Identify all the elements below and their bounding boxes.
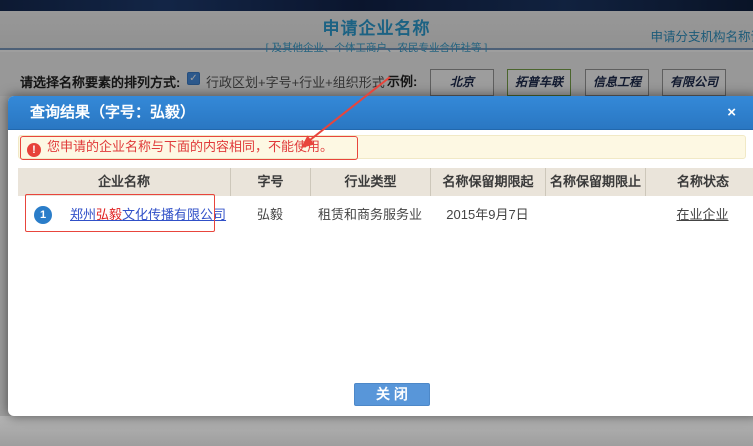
col-reserve-end: 名称保留期限止 xyxy=(545,168,645,196)
tradename-cell: 弘毅 xyxy=(230,196,310,234)
table-row: 1 郑州弘毅文化传播有限公司 弘毅 租赁和商务服务业 2015年9月7日 在业企… xyxy=(18,196,753,234)
close-icon[interactable]: × xyxy=(727,105,736,121)
col-company-name: 企业名称 xyxy=(18,168,230,196)
industry-cell: 租赁和商务服务业 xyxy=(310,196,430,234)
col-reserve-start: 名称保留期限起 xyxy=(430,168,545,196)
modal-header: 查询结果（字号：弘毅） × xyxy=(8,96,753,130)
page: 申请企业名称 [ 及其他企业、个体工商户、农民专业合作社等 ] 申请分支机构名称… xyxy=(0,0,753,446)
query-result-modal: 查询结果（字号：弘毅） × ! 您申请的企业名称与下面的内容相同，不能使用。 企业… xyxy=(8,96,753,416)
status-cell: 在业企业 xyxy=(645,196,753,234)
modal-title: 查询结果（字号：弘毅） xyxy=(30,96,195,130)
company-name-link[interactable]: 郑州弘毅文化传播有限公司 xyxy=(70,196,226,234)
row-index-badge: 1 xyxy=(34,206,52,224)
reserve-end-cell xyxy=(545,196,645,234)
company-name-cell: 1 郑州弘毅文化传播有限公司 xyxy=(18,196,230,234)
warning-message: ! 您申请的企业名称与下面的内容相同，不能使用。 xyxy=(18,135,746,159)
page-footer-strip xyxy=(0,416,753,446)
col-status: 名称状态 xyxy=(645,168,753,196)
matched-tradename: 弘毅 xyxy=(96,207,122,222)
status-text[interactable]: 在业企业 xyxy=(676,207,728,222)
table-header-row: 企业名称 字号 行业类型 名称保留期限起 名称保留期限止 名称状态 xyxy=(18,168,753,196)
col-tradename: 字号 xyxy=(230,168,310,196)
col-industry: 行业类型 xyxy=(310,168,430,196)
warning-icon: ! xyxy=(27,143,41,157)
warning-text: 您申请的企业名称与下面的内容相同，不能使用。 xyxy=(47,139,333,154)
close-button[interactable]: 关 闭 xyxy=(354,383,430,406)
reserve-start-cell: 2015年9月7日 xyxy=(430,196,545,234)
